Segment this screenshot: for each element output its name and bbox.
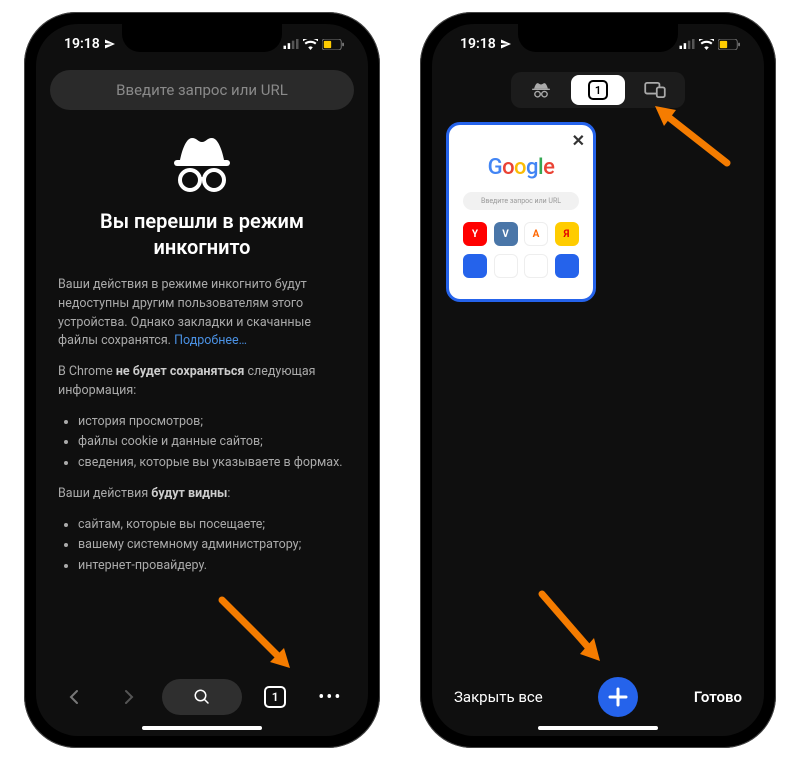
close-all-button[interactable]: Закрыть все: [454, 688, 543, 706]
location-icon: [500, 38, 512, 50]
done-button[interactable]: Готово: [694, 688, 742, 706]
search-button[interactable]: [162, 679, 242, 715]
back-button[interactable]: [52, 679, 96, 715]
list-item: история просмотров;: [78, 413, 346, 432]
battery-icon: [322, 39, 344, 50]
screen-right: 19:18 1: [432, 24, 764, 736]
list-item: файлы cookie и данные сайтов;: [78, 433, 346, 452]
location-icon: [104, 38, 116, 50]
tab-seg-incognito[interactable]: [514, 75, 568, 105]
search-icon: [193, 688, 211, 706]
tile: Я: [555, 222, 579, 246]
annotation-arrow-icon: [642, 98, 742, 178]
annotation-arrow-icon: [532, 584, 632, 684]
list-item: сведения, которые вы указываете в формах…: [78, 454, 346, 473]
tab-count-box: 1: [264, 686, 286, 708]
status-time: 19:18: [64, 36, 100, 52]
close-icon[interactable]: ✕: [572, 131, 585, 150]
new-tab-button[interactable]: [598, 677, 638, 717]
tile: Y: [463, 222, 487, 246]
tab-seg-normal[interactable]: 1: [571, 75, 625, 105]
google-logo: Google: [457, 155, 585, 180]
tabs-button[interactable]: 1: [253, 679, 297, 715]
notch: [518, 24, 678, 52]
tile: V: [494, 222, 518, 246]
phone-left: 19:18 Введите запрос или URL Вы перешли …: [24, 12, 380, 748]
screen-left: 19:18 Введите запрос или URL Вы перешли …: [36, 24, 368, 736]
incognito-body: Ваши действия в режиме инкогнито будут н…: [36, 260, 368, 576]
url-placeholder: Введите запрос или URL: [116, 81, 288, 99]
tile: [463, 254, 487, 278]
tile: [494, 254, 518, 278]
card-search: Введите запрос или URL: [463, 192, 579, 210]
more-button[interactable]: •••: [308, 679, 352, 715]
tile: [555, 254, 579, 278]
list-item: вашему системному администратору;: [78, 536, 346, 555]
notch: [122, 24, 282, 52]
visible-list: сайтам, которые вы посещаете; вашему сис…: [58, 516, 346, 576]
forward-button[interactable]: [107, 679, 151, 715]
plus-icon: [608, 687, 628, 707]
devices-icon: [644, 82, 666, 98]
wifi-icon: [699, 39, 714, 50]
incognito-heading: Вы перешли в режим инкогнито: [36, 208, 368, 260]
incognito-icon: [36, 134, 368, 194]
not-saved-list: история просмотров; файлы cookie и данны…: [58, 413, 346, 473]
list-item: интернет-провайдеру.: [78, 557, 346, 576]
home-indicator[interactable]: [142, 726, 262, 730]
url-bar[interactable]: Введите запрос или URL: [50, 70, 354, 110]
card-tiles-row2: [463, 254, 579, 278]
wifi-icon: [303, 39, 318, 50]
card-tiles: Y V A Я: [463, 222, 579, 246]
phone-right: 19:18 1: [420, 12, 776, 748]
home-indicator[interactable]: [538, 726, 658, 730]
battery-icon: [718, 39, 740, 50]
incognito-small-icon: [530, 82, 552, 98]
tab-mode-selector: 1: [511, 72, 685, 108]
tab-card[interactable]: ✕ Google Введите запрос или URL Y V A Я: [446, 122, 596, 302]
learn-more-link[interactable]: Подробнее…: [174, 333, 247, 348]
signal-icon: [283, 39, 299, 49]
tile: [524, 254, 548, 278]
signal-icon: [679, 39, 695, 49]
status-time: 19:18: [460, 36, 496, 52]
list-item: сайтам, которые вы посещаете;: [78, 516, 346, 535]
tab-seg-devices[interactable]: [628, 75, 682, 105]
tile: A: [524, 222, 548, 246]
